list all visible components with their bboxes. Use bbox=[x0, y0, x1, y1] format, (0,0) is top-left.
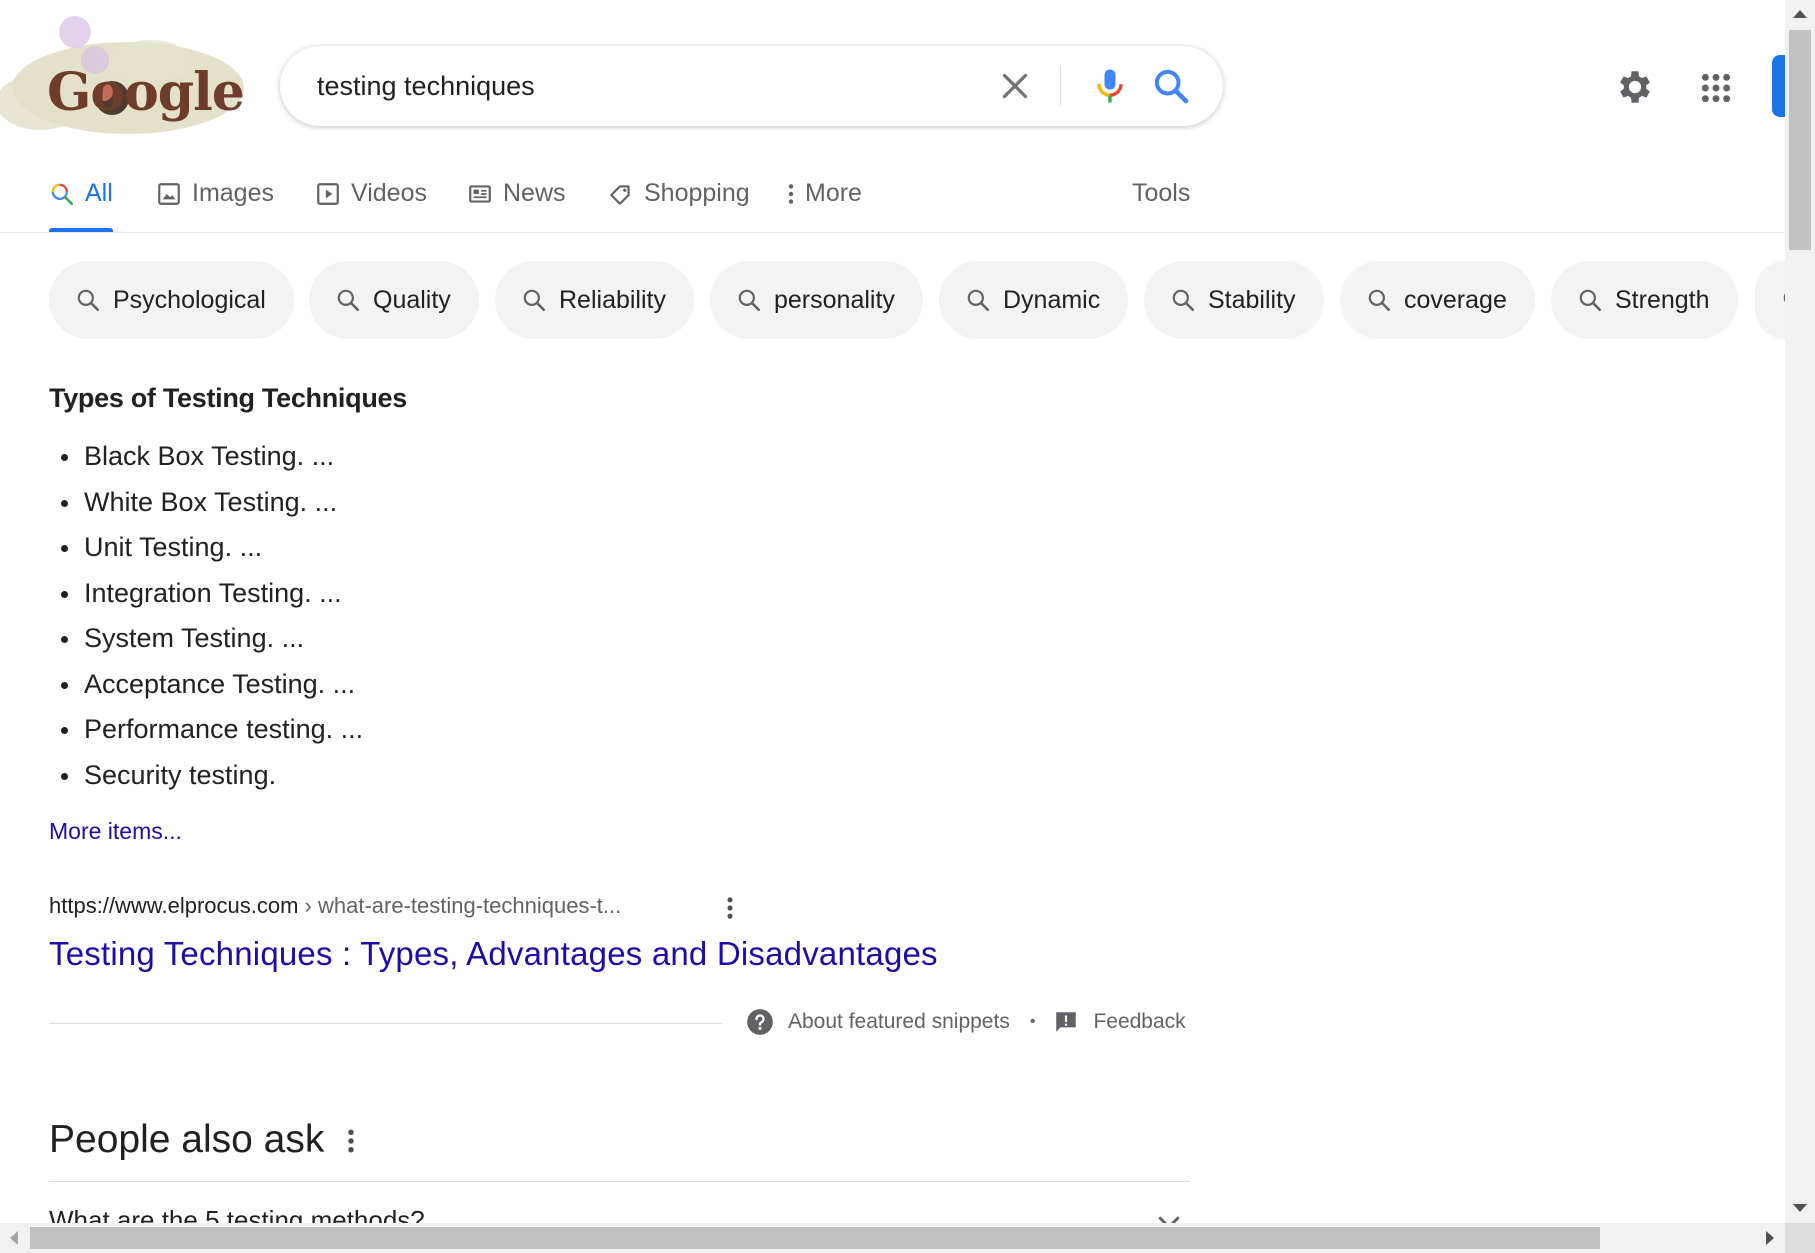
tab-images[interactable]: Images bbox=[156, 170, 274, 232]
scroll-right-arrow-icon[interactable] bbox=[1766, 1231, 1774, 1245]
more-vertical-icon[interactable] bbox=[340, 1126, 362, 1156]
search-icon bbox=[1368, 289, 1391, 312]
citation-path: › what-are-testing-techniques-t... bbox=[298, 893, 622, 918]
chip-label: Reliability bbox=[559, 285, 666, 314]
clear-icon[interactable] bbox=[997, 68, 1033, 104]
list-item: Security testing. bbox=[49, 753, 363, 799]
citation-domain: https://www.elprocus.com bbox=[49, 893, 299, 918]
tab-label: Shopping bbox=[644, 179, 750, 207]
tab-shopping[interactable]: Shopping bbox=[608, 170, 750, 232]
google-doodle-logo[interactable]: Google bbox=[0, 10, 250, 150]
search-icon bbox=[738, 289, 761, 312]
tab-label: More bbox=[805, 179, 862, 207]
scroll-down-arrow-icon[interactable] bbox=[1793, 1204, 1807, 1212]
play-icon bbox=[317, 183, 339, 205]
list-item: Unit Testing. ... bbox=[49, 525, 363, 571]
result-citation[interactable]: https://www.elprocus.com › what-are-test… bbox=[49, 893, 621, 919]
search-icon bbox=[523, 289, 546, 312]
vertical-scrollbar[interactable] bbox=[1785, 0, 1815, 1223]
scroll-up-arrow-icon[interactable] bbox=[1793, 10, 1807, 18]
divider bbox=[49, 1181, 1190, 1182]
list-item: System Testing. ... bbox=[49, 616, 363, 662]
tools-label: Tools bbox=[1132, 179, 1191, 207]
tab-label: Images bbox=[192, 179, 274, 207]
chip-label: Dynamic bbox=[1003, 285, 1101, 314]
snippet-heading: Types of Testing Techniques bbox=[49, 383, 407, 413]
chip-strength[interactable]: Strength bbox=[1551, 261, 1738, 339]
chip-coverage[interactable]: coverage bbox=[1340, 261, 1535, 339]
tab-all[interactable]: All bbox=[49, 170, 113, 232]
chip-label: personality bbox=[774, 285, 895, 314]
tab-news[interactable]: News bbox=[467, 170, 566, 232]
chip-label: Psychological bbox=[113, 285, 266, 314]
settings-gear-icon[interactable] bbox=[1614, 66, 1656, 108]
logo-text: Google bbox=[47, 62, 245, 123]
chip-reliability[interactable]: Reliability bbox=[495, 261, 694, 339]
chip-quality[interactable]: Quality bbox=[309, 261, 479, 339]
more-vertical-icon[interactable] bbox=[719, 894, 741, 922]
chip-label: Quality bbox=[373, 285, 451, 314]
search-input[interactable]: testing techniques bbox=[317, 46, 535, 126]
chip-overflow[interactable] bbox=[1755, 261, 1785, 339]
people-also-ask-title: People also ask bbox=[49, 1118, 325, 1161]
list-item: White Box Testing. ... bbox=[49, 480, 363, 526]
list-item: Performance testing. ... bbox=[49, 707, 363, 753]
search-icon bbox=[77, 289, 100, 312]
search-icon bbox=[337, 289, 360, 312]
more-items-link[interactable]: More items... bbox=[49, 818, 182, 845]
scroll-left-arrow-icon[interactable] bbox=[10, 1231, 18, 1245]
tab-more[interactable]: More bbox=[785, 170, 862, 232]
search-box[interactable]: testing techniques bbox=[280, 46, 1223, 126]
tag-icon bbox=[610, 185, 630, 205]
search-icon bbox=[1579, 289, 1602, 312]
sign-in-button[interactable] bbox=[1772, 55, 1786, 117]
help-icon[interactable] bbox=[746, 1008, 774, 1036]
tab-label: News bbox=[503, 179, 566, 207]
tab-videos[interactable]: Videos bbox=[315, 170, 427, 232]
chip-label: Strength bbox=[1615, 285, 1710, 314]
news-icon bbox=[469, 185, 491, 203]
scrollbar-thumb[interactable] bbox=[30, 1227, 1600, 1249]
result-title-link[interactable]: Testing Techniques : Types, Advantages a… bbox=[49, 935, 938, 973]
list-item: Acceptance Testing. ... bbox=[49, 662, 363, 708]
search-icon bbox=[1172, 289, 1195, 312]
search-icon[interactable] bbox=[1151, 66, 1191, 106]
horizontal-scrollbar[interactable] bbox=[0, 1223, 1785, 1253]
tab-label: Videos bbox=[351, 179, 427, 207]
refinement-chips: Psychological Quality Reliability person… bbox=[0, 261, 1785, 339]
divider bbox=[49, 1023, 722, 1024]
tab-label: All bbox=[85, 179, 113, 207]
chip-stability[interactable]: Stability bbox=[1144, 261, 1324, 339]
about-snippets-link[interactable]: About featured snippets bbox=[788, 1010, 1010, 1034]
list-item: Integration Testing. ... bbox=[49, 571, 363, 617]
list-item: Black Box Testing. ... bbox=[49, 434, 363, 480]
chip-personality[interactable]: personality bbox=[710, 261, 923, 339]
search-tabs: All Images Videos News Shopping More Too… bbox=[0, 170, 1785, 233]
feedback-icon[interactable] bbox=[1053, 1009, 1079, 1035]
chip-psychological[interactable]: Psychological bbox=[49, 261, 294, 339]
search-divider bbox=[1060, 66, 1061, 106]
apps-grid-icon[interactable] bbox=[1700, 72, 1732, 104]
microphone-icon[interactable] bbox=[1088, 64, 1132, 108]
more-vertical-icon bbox=[788, 184, 794, 204]
scrollbar-corner bbox=[1785, 1223, 1815, 1253]
scrollbar-thumb[interactable] bbox=[1789, 30, 1811, 250]
separator: • bbox=[1029, 1013, 1036, 1030]
feedback-link[interactable]: Feedback bbox=[1093, 1010, 1185, 1034]
search-icon bbox=[51, 183, 74, 206]
search-icon bbox=[967, 289, 990, 312]
chip-dynamic[interactable]: Dynamic bbox=[939, 261, 1129, 339]
chip-label: Stability bbox=[1208, 285, 1296, 314]
snippet-footer: About featured snippets • Feedback bbox=[746, 1008, 1186, 1036]
snippet-list: Black Box Testing. ... White Box Testing… bbox=[49, 434, 363, 798]
chip-label: coverage bbox=[1404, 285, 1507, 314]
image-icon bbox=[158, 183, 180, 205]
tools-button[interactable]: Tools bbox=[1132, 170, 1190, 232]
